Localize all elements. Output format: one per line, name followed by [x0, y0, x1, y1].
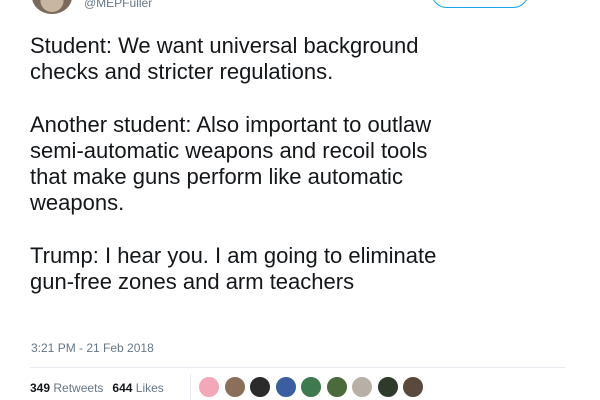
- retweets-label: Retweets: [53, 381, 104, 395]
- liker-avatar[interactable]: [223, 376, 246, 398]
- likes-label: Likes: [135, 381, 164, 395]
- liker-avatar[interactable]: [325, 376, 348, 398]
- retweets-stat[interactable]: 349 Retweets: [30, 381, 103, 395]
- tweet-paragraph: Trump: I hear you. I am going to elimina…: [30, 243, 437, 294]
- divider: [30, 367, 565, 368]
- stats-separator: [190, 374, 191, 400]
- author-avatar[interactable]: [30, 0, 74, 16]
- liker-avatar[interactable]: [249, 376, 271, 398]
- liker-avatar[interactable]: [376, 376, 399, 398]
- author-handle[interactable]: @MEPFuller: [84, 0, 152, 11]
- likes-stat[interactable]: 644 Likes: [112, 381, 163, 395]
- liker-avatar[interactable]: [351, 376, 373, 398]
- liker-avatar[interactable]: [300, 376, 322, 398]
- tweet-paragraph: Another student: Also important to outla…: [30, 112, 432, 215]
- tweet-stats: 349 Retweets 644 Likes: [30, 381, 164, 395]
- tweet-text: Student: We want universal background ch…: [30, 33, 590, 295]
- liker-avatar[interactable]: [402, 376, 424, 398]
- retweets-count: 349: [30, 381, 51, 395]
- follow-button[interactable]: [431, 0, 529, 8]
- liker-avatar[interactable]: [274, 376, 297, 398]
- tweet-paragraph: Student: We want universal background ch…: [30, 33, 419, 84]
- tweet-timestamp[interactable]: 3:21 PM - 21 Feb 2018: [31, 341, 154, 355]
- liker-avatar[interactable]: [198, 376, 220, 398]
- likes-count: 644: [112, 381, 133, 395]
